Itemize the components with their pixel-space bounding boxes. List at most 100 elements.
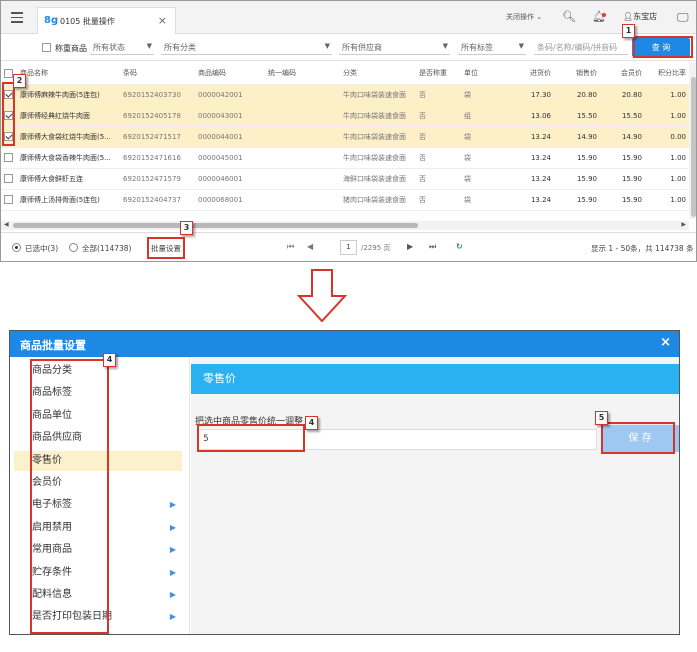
- supplier-select[interactable]: 所有供应商 ▼: [339, 39, 450, 55]
- table-cell: 组: [461, 105, 506, 127]
- annotation-badge: 5: [595, 411, 608, 425]
- annotation-box-menu: [30, 359, 109, 634]
- table-cell: 牛肉口味袋装速食面: [340, 126, 416, 148]
- table-cell: 1.00: [645, 189, 689, 211]
- table-cell: 15.90: [554, 147, 600, 169]
- table-cell: 1.00: [645, 147, 689, 169]
- scrollbar-thumb[interactable]: [691, 77, 696, 217]
- column-header[interactable]: 条码: [120, 63, 195, 85]
- column-header[interactable]: 商品名称: [17, 63, 120, 85]
- submenu-arrow-icon: ▶: [169, 590, 176, 599]
- tab-batch-operation[interactable]: 8g 0105 批量操作 ×: [37, 7, 176, 34]
- column-header[interactable]: 统一编码: [265, 63, 340, 85]
- annotation-box-save: [601, 422, 675, 454]
- column-header[interactable]: 分类: [340, 63, 416, 85]
- table-cell: 13.06: [506, 105, 554, 127]
- status-select[interactable]: 所有状态 ▼: [90, 39, 154, 55]
- column-header[interactable]: 销售价: [554, 63, 600, 85]
- table-row[interactable]: 康师傅上汤排骨面(5连包) 6920152404737 0000068001 猪肉口味…: [1, 189, 689, 211]
- table-row[interactable]: 康师傅经典红烧牛肉面 6920152405178 0000043001 牛肉口味袋装速…: [1, 105, 689, 127]
- table-cell: 13.24: [506, 189, 554, 211]
- refresh-icon[interactable]: ↻: [456, 242, 463, 251]
- table-cell: 康师傅大食鲜虾五连: [17, 168, 120, 190]
- pagination-summary: 显示 1 - 50条，共 114738 条: [591, 244, 694, 253]
- table-cell: 13.24: [506, 147, 554, 169]
- table-cell: 6920152404737: [120, 189, 195, 211]
- column-header[interactable]: 进货价: [506, 63, 554, 85]
- batch-settings-dialog: 商品批量设置 × 商品分类 商品标签 商品单位 商品供应商 零售价 会员价 电子标签 ▶ 启用禁…: [9, 330, 680, 635]
- tag-select[interactable]: 所有标签 ▼: [458, 39, 526, 55]
- annotation-badge: 4: [305, 416, 318, 430]
- select-all-checkbox[interactable]: [4, 68, 13, 78]
- next-page-icon[interactable]: ▶: [407, 242, 413, 251]
- submenu-arrow-icon: ▶: [169, 612, 176, 622]
- top-bar: 8g 0105 批量操作 × 关闭操作 ⌄ 🔍︎ 🔔︎ 👤︎东宝店 🖵: [1, 1, 696, 34]
- first-page-icon[interactable]: ⏮: [287, 242, 294, 252]
- table-cell: 6920152471517: [120, 126, 195, 148]
- user-menu[interactable]: 👤︎东宝店: [623, 11, 657, 22]
- row-checkbox[interactable]: [4, 153, 13, 162]
- table-cell: 袋: [461, 168, 506, 190]
- page-number-input[interactable]: 1: [340, 240, 357, 255]
- prev-page-icon[interactable]: ◀: [307, 242, 313, 251]
- table-cell: 0000042001: [195, 84, 265, 106]
- submenu-arrow-icon: ▶: [169, 567, 176, 577]
- row-select-cell[interactable]: [1, 168, 17, 190]
- table-cell: [265, 189, 340, 211]
- table-cell: 康师傅经典红烧牛肉面: [17, 105, 120, 127]
- column-header[interactable]: 单位: [461, 63, 506, 85]
- scrollbar-thumb[interactable]: [13, 223, 418, 228]
- table-footer: 已选中(3) 全部(114738) 批量设置 ⏮ ◀ 1 /2295 页 ▶ ⏭…: [1, 232, 696, 261]
- table-cell: 14.90: [554, 126, 600, 148]
- scroll-right-icon[interactable]: ▶: [681, 221, 686, 228]
- hamburger-menu-icon[interactable]: [11, 12, 23, 26]
- search-icon[interactable]: 🔍︎: [562, 10, 576, 23]
- table-row[interactable]: 康师傅大食袋红烧牛肉面(5... 6920152471517 0000044001 牛…: [1, 126, 689, 148]
- weighted-goods-checkbox[interactable]: [42, 43, 51, 52]
- table-cell: 否: [416, 189, 461, 211]
- table-cell: 否: [416, 147, 461, 169]
- annotation-box-checkboxes: [2, 82, 15, 146]
- row-checkbox[interactable]: [4, 174, 13, 183]
- table-cell: 康师傅大食袋红烧牛肉面(5...: [17, 126, 120, 148]
- column-header[interactable]: 积分比率: [645, 63, 689, 85]
- row-select-cell[interactable]: [1, 147, 17, 169]
- all-scope-radio[interactable]: [69, 243, 78, 252]
- row-checkbox[interactable]: [4, 195, 13, 204]
- goods-table: 商品名称 条码 商品编码 统一编码 分类 是否称重 单位 进货价 销售价 会员价…: [1, 63, 689, 211]
- table-cell: 袋: [461, 189, 506, 211]
- annotation-badge: 2: [13, 74, 26, 88]
- horizontal-scrollbar[interactable]: ◀ ▶: [1, 221, 689, 230]
- annotation-box-batch: [147, 237, 185, 259]
- section-title: 零售价: [191, 364, 679, 394]
- filter-bar: 称重商品 所有状态 ▼ 所有分类 ▼ 所有供应商 ▼ 所有标签 ▼ 条码/名称/编码/拼…: [1, 34, 696, 61]
- caret-down-icon: ▼: [324, 42, 330, 50]
- last-page-icon[interactable]: ⏭: [429, 242, 436, 252]
- table-row[interactable]: 康师傅大食袋香辣牛肉面(5... 6920152471616 0000045001 牛…: [1, 147, 689, 169]
- selected-scope-radio[interactable]: [12, 243, 21, 252]
- category-select[interactable]: 所有分类 ▼: [161, 39, 332, 55]
- close-operations-menu[interactable]: 关闭操作 ⌄: [506, 12, 542, 22]
- settings-panel: 零售价 把选中商品零售价统一调整 5 保 存: [191, 357, 679, 634]
- row-select-cell[interactable]: [1, 189, 17, 211]
- dialog-close-icon[interactable]: ×: [660, 335, 671, 350]
- table-row[interactable]: 康师傅大食鲜虾五连 6920152471579 0000046001 海鲜口味袋装速食…: [1, 168, 689, 190]
- column-header[interactable]: 是否称重: [416, 63, 461, 85]
- tab-close-icon[interactable]: ×: [158, 14, 167, 27]
- column-header[interactable]: 会员价: [600, 63, 645, 85]
- annotation-box-input: [197, 424, 305, 452]
- submenu-arrow-icon: ▶: [169, 500, 176, 510]
- table-cell: 1.00: [645, 105, 689, 127]
- table-row[interactable]: 康师傅麻辣牛肉面(5连包) 6920152403730 0000042001 牛肉口味…: [1, 84, 689, 106]
- table-cell: 0.00: [645, 126, 689, 148]
- scroll-left-icon[interactable]: ◀: [4, 221, 9, 228]
- store-name: 东宝店: [633, 12, 658, 21]
- vertical-scrollbar[interactable]: [689, 63, 696, 219]
- down-arrow-icon: [296, 269, 348, 323]
- column-header[interactable]: 商品编码: [195, 63, 265, 85]
- monitor-icon[interactable]: 🖵: [677, 10, 689, 25]
- table-cell: [265, 168, 340, 190]
- search-input[interactable]: 条码/名称/编码/拼音码: [534, 39, 628, 55]
- table-cell: 6920152471616: [120, 147, 195, 169]
- table-cell: 20.80: [600, 84, 645, 106]
